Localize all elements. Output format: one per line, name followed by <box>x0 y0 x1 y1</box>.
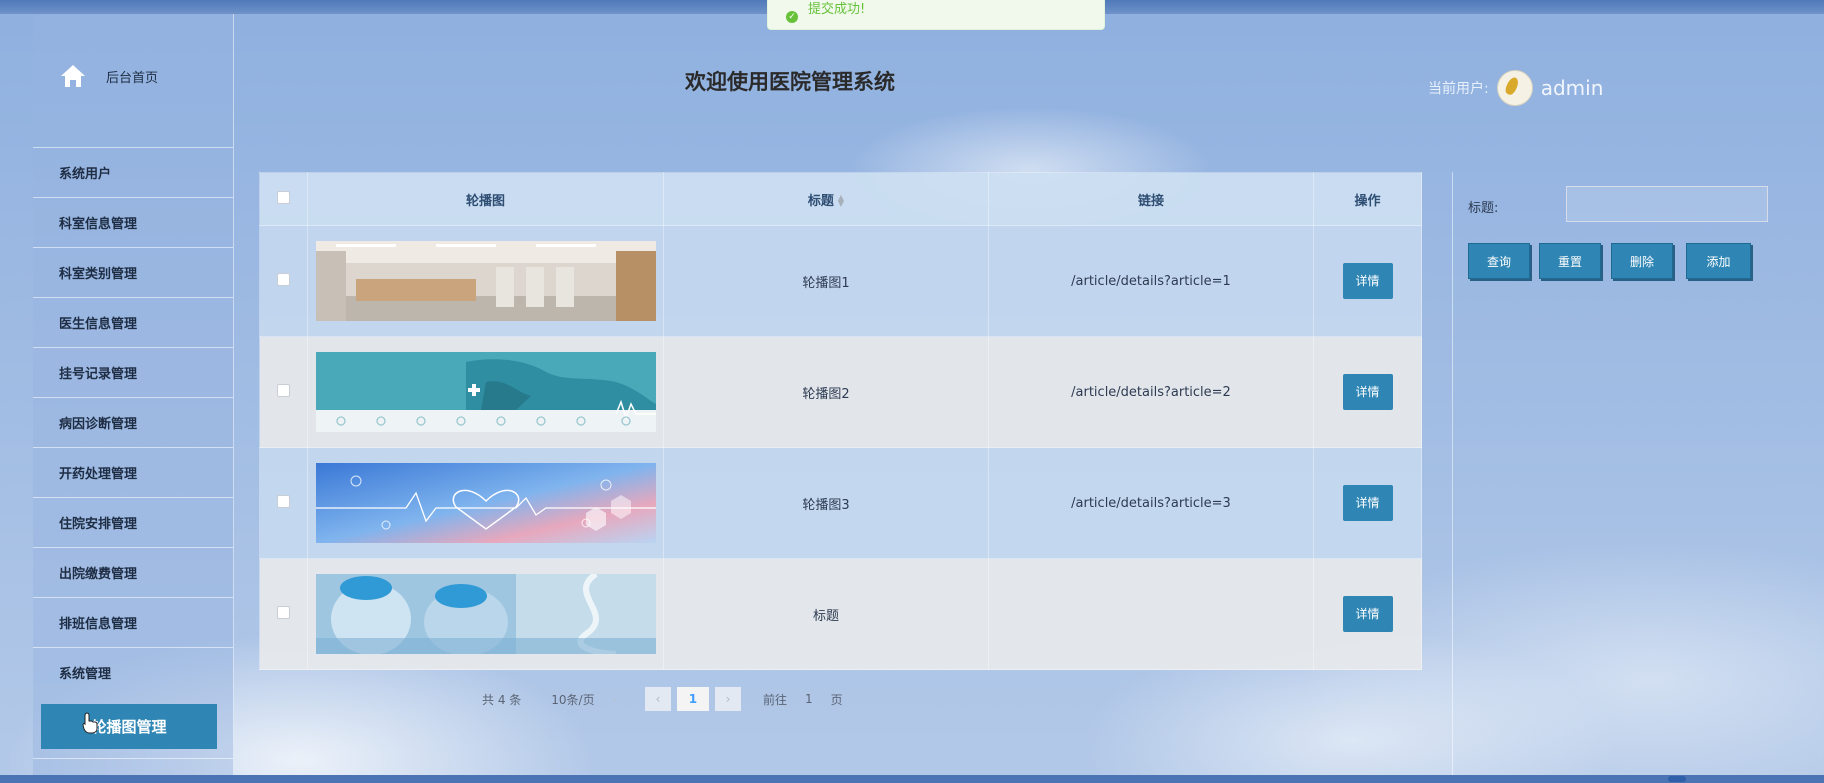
sidebar-item-prescription[interactable]: 开药处理管理 <box>33 447 233 496</box>
page-number-current[interactable]: 1 <box>676 687 709 711</box>
sidebar-item-department-info[interactable]: 科室信息管理 <box>33 197 233 246</box>
column-header-image: 轮播图 <box>307 172 664 226</box>
sort-caret-icon[interactable]: ▲ ▼ <box>838 194 844 208</box>
sidebar-item-hospitalization[interactable]: 住院安排管理 <box>33 497 233 546</box>
detail-button[interactable]: 详情 <box>1342 596 1393 632</box>
sidebar-item-schedule[interactable]: 排班信息管理 <box>33 597 233 646</box>
carousel-thumbnail <box>315 574 656 654</box>
reset-button[interactable]: 重置 <box>1539 243 1601 279</box>
next-page-button[interactable]: › <box>714 687 741 711</box>
goto-label: 前往 <box>762 692 787 707</box>
goto-page-input[interactable]: 1 <box>805 692 813 706</box>
detail-button[interactable]: 详情 <box>1342 374 1393 410</box>
row-checkbox[interactable] <box>277 383 290 397</box>
row-link <box>988 558 1314 670</box>
carousel-thumbnail <box>315 463 656 543</box>
sidebar: 后台首页 系统用户 科室信息管理 科室类别管理 医生信息管理 挂号记录管理 病因… <box>33 14 234 783</box>
home-icon <box>61 65 85 87</box>
sidebar-divider <box>33 758 233 759</box>
home-link[interactable]: 后台首页 <box>60 64 158 88</box>
sidebar-item-system-users[interactable]: 系统用户 <box>33 147 233 196</box>
select-all-checkbox[interactable] <box>277 190 290 204</box>
user-name: admin <box>1540 76 1604 100</box>
pagination-total: 共 4 条 <box>482 692 522 707</box>
prev-page-button[interactable]: ‹ <box>644 687 671 711</box>
add-button[interactable]: 添加 <box>1686 243 1751 279</box>
detail-button[interactable]: 详情 <box>1342 485 1393 521</box>
sidebar-item-doctor-info[interactable]: 医生信息管理 <box>33 297 233 346</box>
row-checkbox[interactable] <box>277 605 290 619</box>
sidebar-subitem-carousel[interactable]: 轮播图管理 <box>41 704 217 749</box>
delete-button[interactable]: 删除 <box>1611 243 1673 279</box>
select-all-cell <box>259 172 308 226</box>
query-button[interactable]: 查询 <box>1468 243 1530 279</box>
row-checkbox[interactable] <box>277 272 290 286</box>
row-title: 轮播图1 <box>663 225 989 337</box>
column-header-action: 操作 <box>1313 172 1422 226</box>
avatar[interactable] <box>1496 70 1533 106</box>
row-link: /article/details?article=2 <box>988 336 1314 448</box>
row-title: 轮播图3 <box>663 447 989 559</box>
table-row: 轮播图1 /article/details?article=1 详情 <box>259 225 1422 337</box>
page-title: 欢迎使用医院管理系统 <box>685 70 895 94</box>
detail-button[interactable]: 详情 <box>1342 263 1393 299</box>
sidebar-item-discharge-payment[interactable]: 出院缴费管理 <box>33 547 233 596</box>
page-size-select[interactable]: 10条/页 <box>551 691 594 708</box>
search-panel: 标题: 查询 重置 删除 添加 <box>1452 172 1824 775</box>
sidebar-item-department-category[interactable]: 科室类别管理 <box>33 247 233 296</box>
row-title: 轮播图2 <box>663 336 989 448</box>
column-title-label: 标题 <box>807 193 834 209</box>
scrollbar-thumb[interactable] <box>1668 776 1686 782</box>
carousel-thumbnail <box>315 241 656 321</box>
row-title: 标题 <box>663 558 989 670</box>
chevron-down-icon[interactable]: ⌄ <box>611 694 619 705</box>
row-link: /article/details?article=3 <box>988 447 1314 559</box>
toast-message: 提交成功! <box>808 2 866 17</box>
carousel-thumbnail <box>315 352 656 432</box>
row-checkbox[interactable] <box>277 494 290 508</box>
table-header-row: 轮播图 标题 ▲ ▼ 链接 操作 <box>259 172 1422 226</box>
search-title-label: 标题: <box>1468 201 1499 216</box>
pagination: 共 4 条 10条/页 ⌄ ‹ 1 › 前往 1 页 <box>482 687 843 711</box>
sidebar-item-system-management[interactable]: 系统管理 <box>33 647 233 696</box>
home-label: 后台首页 <box>106 70 159 86</box>
table-row: 轮播图3 /article/details?article=3 详情 <box>259 447 1422 559</box>
current-user-label: 当前用户: <box>1428 81 1489 97</box>
page-suffix: 页 <box>830 692 843 707</box>
horizontal-scrollbar[interactable] <box>0 775 1824 783</box>
search-title-input[interactable] <box>1566 186 1768 222</box>
current-user: 当前用户: admin <box>1428 70 1603 106</box>
table-row: 标题 详情 <box>259 558 1422 670</box>
check-circle-icon: ✓ <box>786 10 798 23</box>
mouse-cursor-icon <box>82 712 98 734</box>
column-header-link: 链接 <box>988 172 1314 226</box>
row-link: /article/details?article=1 <box>988 225 1314 337</box>
carousel-table: 轮播图 标题 ▲ ▼ 链接 操作 轮播图1 /article/details?a… <box>259 172 1422 670</box>
table-row: 轮播图2 /article/details?article=2 详情 <box>259 336 1422 448</box>
sidebar-item-diagnosis[interactable]: 病因诊断管理 <box>33 397 233 446</box>
column-header-title[interactable]: 标题 ▲ ▼ <box>663 172 989 226</box>
sidebar-item-registration[interactable]: 挂号记录管理 <box>33 347 233 396</box>
success-toast: ✓ 提交成功! <box>767 0 1105 30</box>
